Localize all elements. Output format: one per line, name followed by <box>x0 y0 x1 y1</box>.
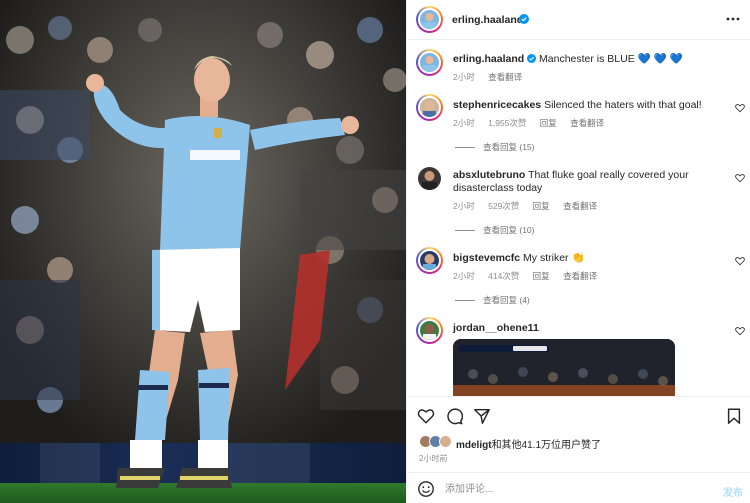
share-icon[interactable] <box>473 407 491 425</box>
translate-link[interactable]: 查看翻译 <box>570 118 604 128</box>
caption-username[interactable]: erling.haaland <box>453 53 524 65</box>
bookmark-icon[interactable] <box>725 407 743 425</box>
view-replies-label: 查看回复 (4) <box>483 295 530 305</box>
view-replies-label: 查看回复 (10) <box>483 225 535 235</box>
commenter-avatar[interactable] <box>418 167 441 190</box>
comment-meta: 2小时 529次赞 回复 查看翻译 <box>453 200 608 212</box>
heart-icon[interactable] <box>735 103 745 113</box>
comments-list[interactable]: erling.haaland Manchester is BLUE 💙 💙 💙 … <box>407 41 750 396</box>
caption-body: Manchester is BLUE 💙 💙 💙 <box>539 53 683 65</box>
verified-badge-icon <box>519 14 529 24</box>
caption-text: erling.haaland Manchester is BLUE 💙 💙 💙 <box>453 53 733 66</box>
likes-text: mdeligt和其他41.1万位用户赞了 <box>456 436 601 451</box>
view-replies-button[interactable]: 查看回复 (4) <box>455 294 530 306</box>
caption-time: 2小时 <box>453 72 475 82</box>
reply-button[interactable]: 回复 <box>533 201 550 211</box>
comment-text: stephenricecakes Silenced the haters wit… <box>453 99 733 112</box>
author-username[interactable]: erling.haaland <box>452 14 523 26</box>
caption-avatar[interactable] <box>416 49 443 76</box>
commenter-avatar[interactable] <box>416 94 443 121</box>
comment-media-thumbnail[interactable] <box>453 339 675 396</box>
caption-translate-link[interactable]: 查看翻译 <box>488 72 522 82</box>
heart-icon[interactable] <box>735 173 745 183</box>
reply-button[interactable]: 回复 <box>533 271 550 281</box>
heart-icon[interactable] <box>735 256 745 266</box>
heart-icon[interactable] <box>417 407 435 425</box>
post-timestamp: 2小时前 <box>419 454 448 463</box>
player-figure <box>86 56 359 488</box>
liked-by-username[interactable]: mdeligt <box>456 440 492 451</box>
view-replies-button[interactable]: 查看回复 (10) <box>455 224 534 236</box>
liker-avatars <box>419 435 453 448</box>
post-photo[interactable] <box>0 0 406 503</box>
comment-meta: 2小时 1,955次赞 回复 查看翻译 <box>453 117 615 129</box>
comment-likes-count[interactable]: 529次赞 <box>488 201 519 211</box>
comment-time: 2小时 <box>453 118 475 128</box>
author-avatar[interactable] <box>416 6 443 33</box>
comment-input[interactable] <box>445 479 685 499</box>
post-actions: mdeligt和其他41.1万位用户赞了 2小时前 发布 <box>407 396 750 503</box>
commenter-username[interactable]: jordan__ohene11 <box>453 322 539 334</box>
post-comment-button[interactable]: 发布 <box>723 484 743 499</box>
commenter-avatar[interactable] <box>416 247 443 274</box>
verified-badge-icon <box>527 54 537 63</box>
comment-body: Silenced the haters with that goal! <box>544 99 702 111</box>
liked-by-rest[interactable]: 和其他41.1万位用户赞了 <box>492 440 601 451</box>
view-replies-button[interactable]: 查看回复 (15) <box>455 141 534 153</box>
heart-icon[interactable] <box>735 326 745 336</box>
comment-icon[interactable] <box>445 407 463 425</box>
comment-likes-count[interactable]: 414次赞 <box>488 271 519 281</box>
caption-meta: 2小时 查看翻译 <box>453 71 533 83</box>
comment-text: bigstevemcfc My striker 👏 <box>453 252 733 265</box>
translate-link[interactable]: 查看翻译 <box>563 271 597 281</box>
commenter-username[interactable]: stephenricecakes <box>453 99 541 111</box>
post-side-panel: erling.haaland erling.haaland Manchester… <box>406 0 750 503</box>
emoji-icon[interactable] <box>417 480 435 498</box>
commenter-avatar[interactable] <box>416 317 443 344</box>
reply-button[interactable]: 回复 <box>540 118 557 128</box>
comment-likes-count[interactable]: 1,955次赞 <box>488 118 526 128</box>
more-horizontal-icon[interactable] <box>725 12 741 26</box>
comment-text: jordan__ohene11 <box>453 322 733 335</box>
comment-time: 2小时 <box>453 201 475 211</box>
view-replies-label: 查看回复 (15) <box>483 142 535 152</box>
comment-time: 2小时 <box>453 271 475 281</box>
commenter-username[interactable]: bigstevemcfc <box>453 252 520 264</box>
comment-text: absxlutebruno That fluke goal really cov… <box>453 169 733 195</box>
post-header: erling.haaland <box>407 0 750 40</box>
translate-link[interactable]: 查看翻译 <box>563 201 597 211</box>
commenter-username[interactable]: absxlutebruno <box>453 169 525 181</box>
add-comment-bar: 发布 <box>407 472 750 503</box>
comment-body: My striker 👏 <box>523 252 585 264</box>
comment-meta: 2小时 414次赞 回复 查看翻译 <box>453 270 608 282</box>
